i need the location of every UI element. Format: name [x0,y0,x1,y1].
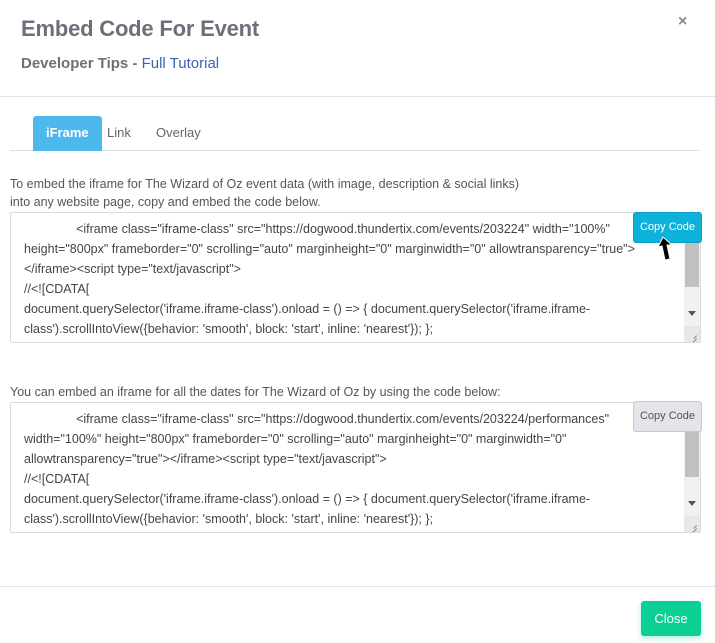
embed-tabs: iFrame Link Overlay [10,116,700,151]
resize-handle-icon[interactable] [684,516,700,532]
scroll-down-arrow-icon[interactable] [688,311,696,316]
developer-tips-label: Developer Tips - [21,55,142,72]
close-button[interactable]: Close [641,601,701,636]
tab-iframe[interactable]: iFrame [33,116,102,151]
tab-link[interactable]: Link [107,116,131,151]
description-line: To embed the iframe for The Wizard of Oz… [10,177,520,191]
modal-header: Embed Code For Event Developer Tips - Fu… [0,0,715,97]
performances-embed-code-textarea[interactable]: <iframe class="iframe-class" src="https:… [10,402,701,533]
modal-title: Embed Code For Event [21,16,260,41]
performances-embed-code[interactable]: <iframe class="iframe-class" src="https:… [24,409,684,532]
modal-footer [0,586,715,643]
close-icon[interactable]: × [678,14,687,30]
description-line: You can embed an iframe for all the date… [10,385,501,399]
description-line: into any website page, copy and embed th… [10,195,321,209]
full-tutorial-link[interactable]: Full Tutorial [142,55,220,72]
mouse-pointer-icon [657,236,674,261]
developer-tips: Developer Tips - Full Tutorial [21,55,219,72]
performances-embed-description: You can embed an iframe for all the date… [10,383,501,401]
event-embed-code-textarea[interactable]: <iframe class="iframe-class" src="https:… [10,212,701,343]
tab-overlay[interactable]: Overlay [156,116,201,151]
scroll-down-arrow-icon[interactable] [688,501,696,506]
copy-performances-code-button[interactable]: Copy Code [633,401,702,432]
resize-handle-icon[interactable] [684,326,700,342]
event-embed-description: To embed the iframe for The Wizard of Oz… [10,175,519,211]
event-embed-code[interactable]: <iframe class="iframe-class" src="https:… [24,219,684,342]
